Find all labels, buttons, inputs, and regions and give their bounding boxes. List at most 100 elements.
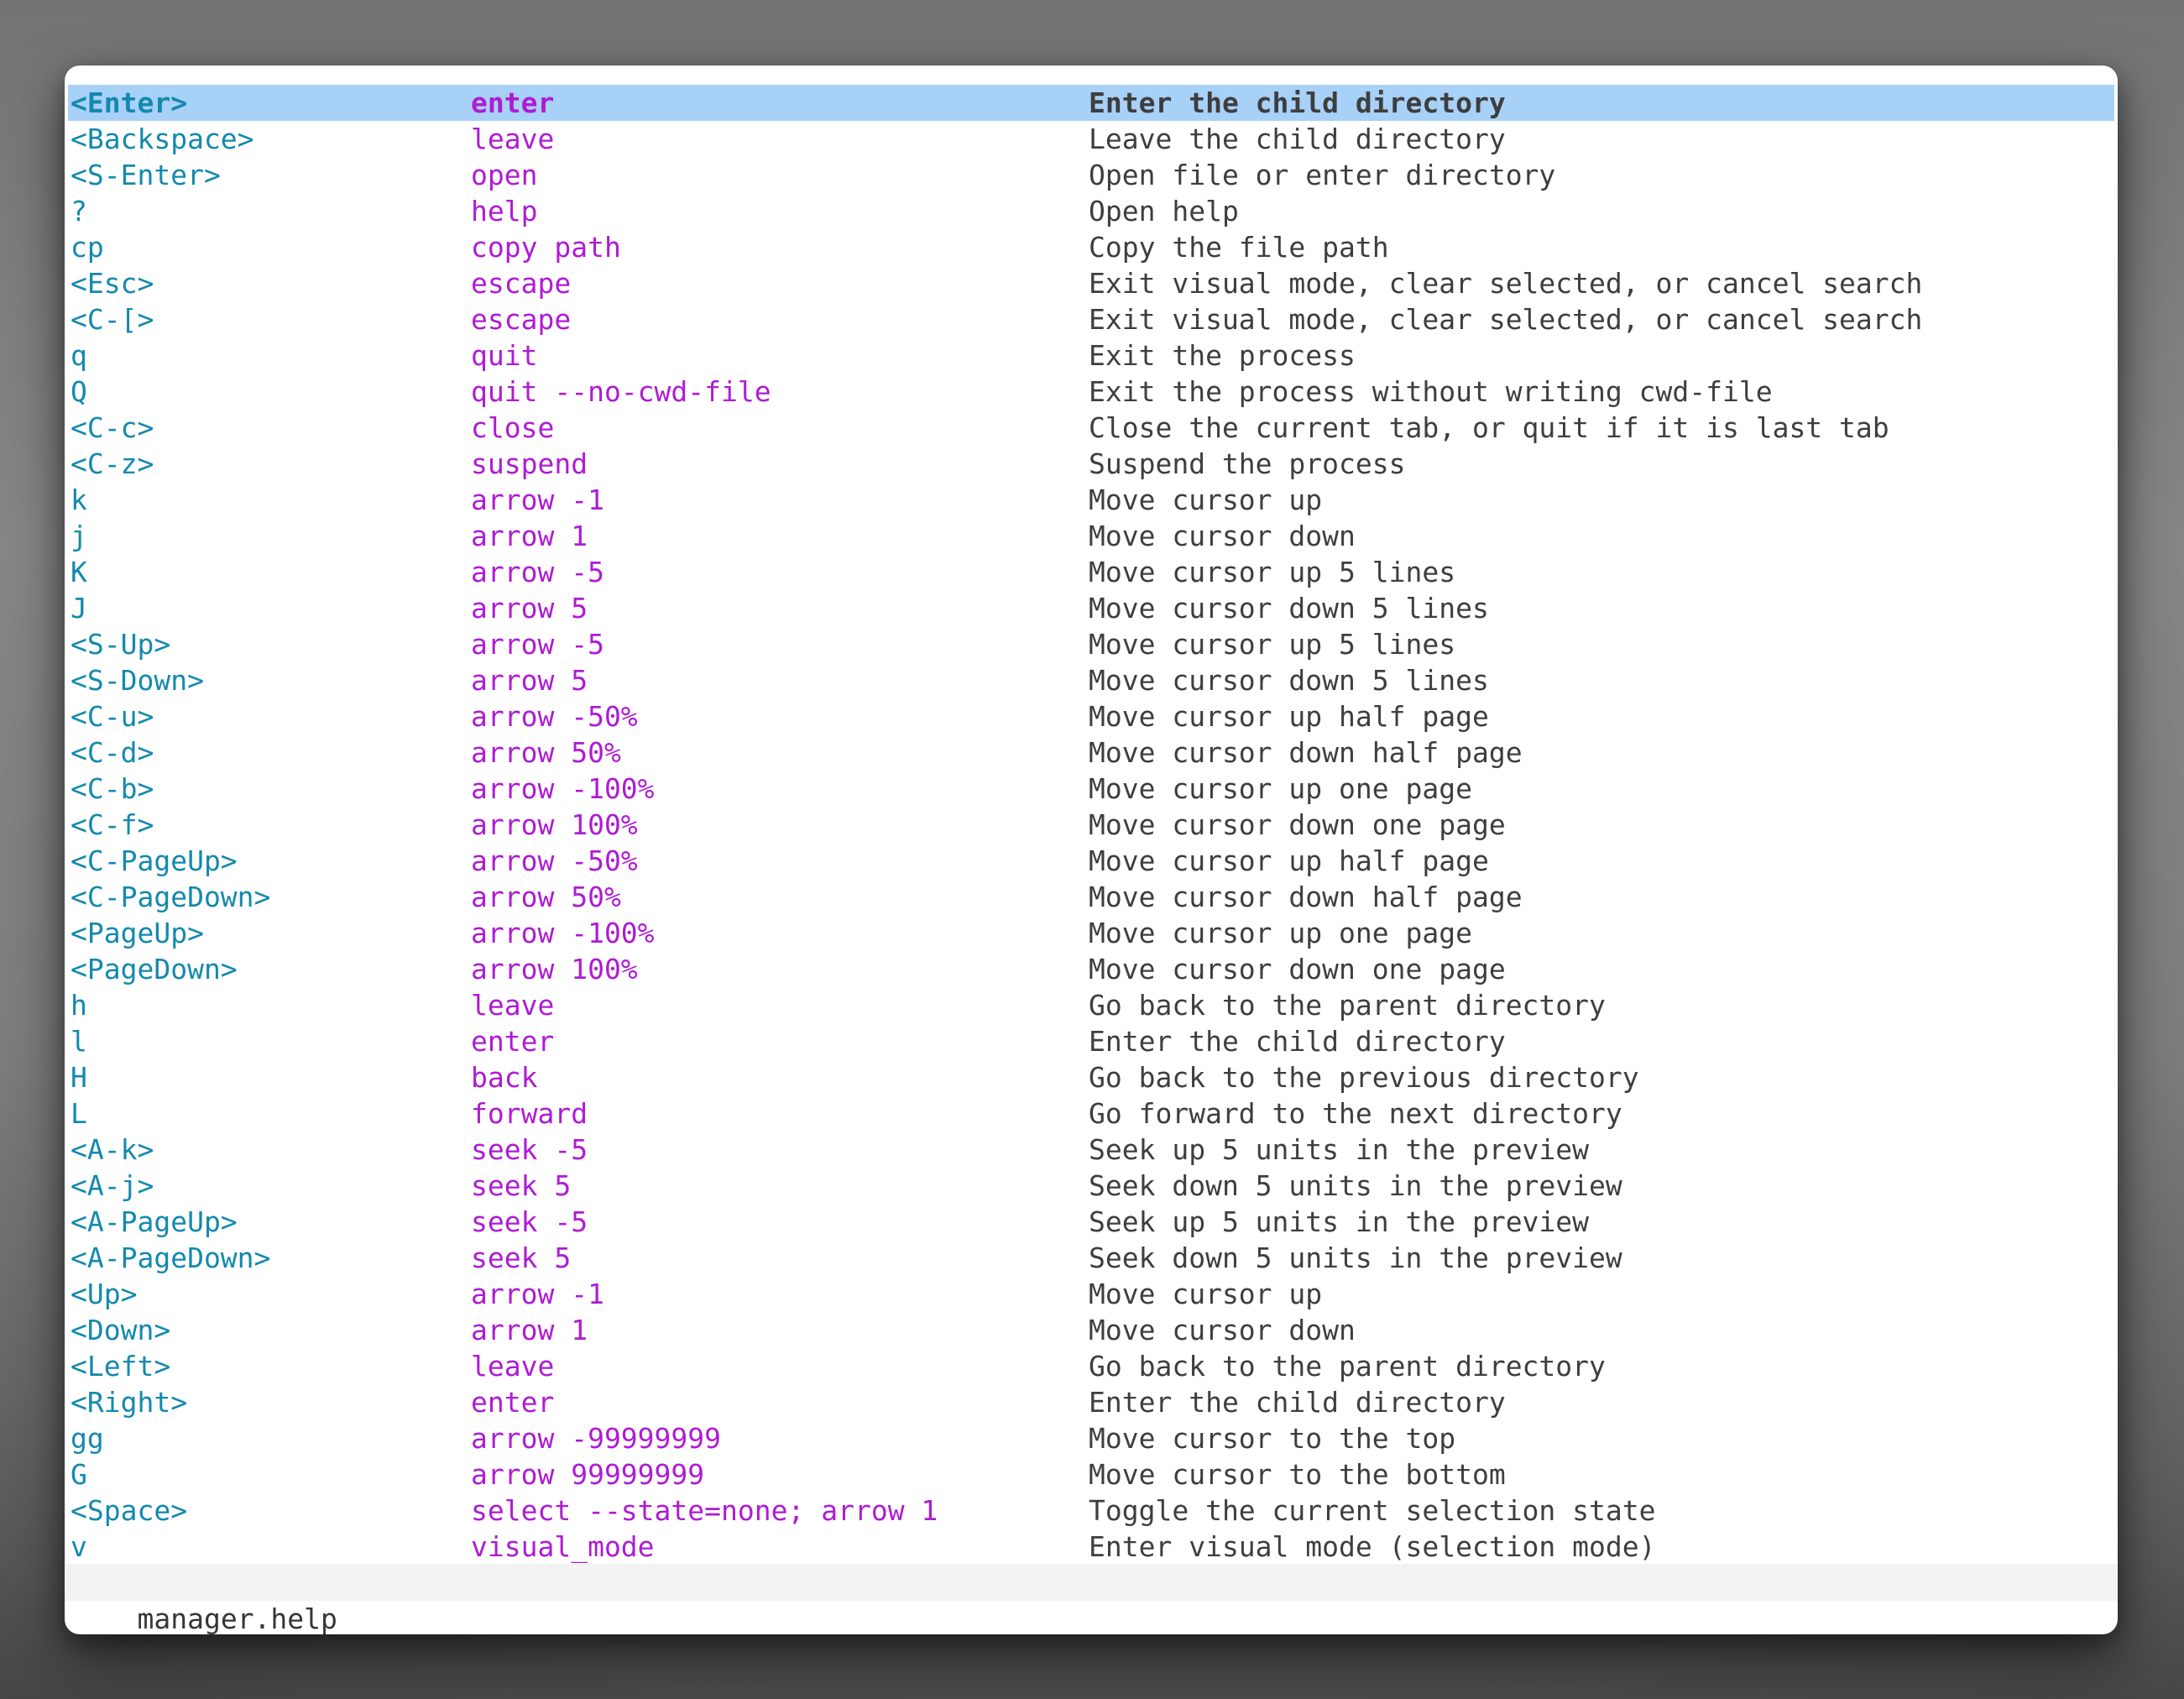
keybind-row[interactable]: <Space> select --state=none; arrow 1 Tog…	[68, 1493, 2114, 1529]
description-cell: Move cursor down 5 lines	[1089, 590, 1489, 626]
key-cell: <Left>	[71, 1348, 170, 1384]
keybind-row[interactable]: K arrow -5 Move cursor up 5 lines	[68, 554, 2114, 590]
key-cell: <Backspace>	[71, 121, 254, 157]
command-cell: arrow 50%	[471, 879, 621, 915]
keybind-row[interactable]: <A-PageDown> seek 5 Seek down 5 units in…	[68, 1240, 2114, 1276]
key-cell: v	[71, 1529, 87, 1565]
command-cell: quit	[471, 337, 537, 374]
command-cell: escape	[471, 265, 571, 301]
keybind-row[interactable]: <Up> arrow -1 Move cursor up	[68, 1276, 2114, 1312]
keybind-row[interactable]: <Down> arrow 1 Move cursor down	[68, 1312, 2114, 1348]
key-cell: J	[71, 590, 87, 626]
key-cell: ?	[71, 193, 87, 229]
keybind-row[interactable]: <C-d> arrow 50% Move cursor down half pa…	[68, 734, 2114, 771]
keybind-row[interactable]: <C-f> arrow 100% Move cursor down one pa…	[68, 807, 2114, 843]
description-cell: Leave the child directory	[1089, 121, 1506, 157]
description-cell: Suspend the process	[1089, 446, 1406, 482]
command-cell: arrow 50%	[471, 734, 621, 771]
keybind-row[interactable]: <Esc> escape Exit visual mode, clear sel…	[68, 265, 2114, 301]
keybind-row[interactable]: <S-Up> arrow -5 Move cursor up 5 lines	[68, 626, 2114, 662]
keybind-row[interactable]: k arrow -1 Move cursor up	[68, 482, 2114, 518]
command-cell: arrow -5	[471, 626, 604, 662]
description-cell: Move cursor up one page	[1089, 771, 1472, 807]
command-cell: copy path	[471, 229, 621, 265]
key-cell: <C-PageUp>	[71, 843, 238, 879]
key-cell: <C-z>	[71, 446, 154, 482]
key-cell: <A-k>	[71, 1132, 154, 1168]
description-cell: Move cursor up one page	[1089, 915, 1472, 951]
command-cell: arrow -99999999	[471, 1420, 721, 1456]
command-cell: escape	[471, 301, 571, 337]
keybind-row[interactable]: Q quit --no-cwd-file Exit the process wi…	[68, 374, 2114, 410]
command-cell: back	[471, 1059, 537, 1095]
keybind-row[interactable]: <A-j> seek 5 Seek down 5 units in the pr…	[68, 1168, 2114, 1204]
command-cell: forward	[471, 1095, 588, 1132]
status-layer-label: manager.help	[137, 1602, 337, 1634]
keybind-row[interactable]: H back Go back to the previous directory	[68, 1059, 2114, 1095]
command-cell: arrow 100%	[471, 807, 638, 843]
command-cell: help	[471, 193, 537, 229]
keybind-row[interactable]: <PageUp> arrow -100% Move cursor up one …	[68, 915, 2114, 951]
description-cell: Move cursor up 5 lines	[1089, 554, 1455, 590]
keybind-row[interactable]: <S-Down> arrow 5 Move cursor down 5 line…	[68, 662, 2114, 698]
description-cell: Move cursor down one page	[1089, 951, 1506, 987]
keybind-row[interactable]: <Backspace> leave Leave the child direct…	[68, 121, 2114, 157]
description-cell: Move cursor down	[1089, 518, 1356, 554]
description-cell: Open file or enter directory	[1089, 157, 1555, 193]
key-cell: <A-PageDown>	[71, 1240, 270, 1276]
key-cell: gg	[71, 1420, 104, 1456]
command-cell: arrow 5	[471, 590, 588, 626]
keybind-row[interactable]: l enter Enter the child directory	[68, 1023, 2114, 1059]
keybind-row[interactable]: ? help Open help	[68, 193, 2114, 229]
description-cell: Move cursor up 5 lines	[1089, 626, 1455, 662]
keybind-row[interactable]: <PageDown> arrow 100% Move cursor down o…	[68, 951, 2114, 987]
command-cell: seek -5	[471, 1132, 588, 1168]
keybind-row[interactable]: <A-PageUp> seek -5 Seek up 5 units in th…	[68, 1204, 2114, 1240]
description-cell: Seek up 5 units in the preview	[1089, 1132, 1589, 1168]
command-cell: leave	[471, 987, 554, 1023]
command-cell: suspend	[471, 446, 588, 482]
keybind-row[interactable]: <Right> enter Enter the child directory	[68, 1384, 2114, 1420]
keybind-row[interactable]: <C-c> close Close the current tab, or qu…	[68, 410, 2114, 446]
keybind-row[interactable]: <C-[> escape Exit visual mode, clear sel…	[68, 301, 2114, 337]
description-cell: Close the current tab, or quit if it is …	[1089, 410, 1889, 446]
key-cell: <C-d>	[71, 734, 154, 771]
command-cell: seek 5	[471, 1240, 571, 1276]
keybind-row[interactable]: <Left> leave Go back to the parent direc…	[68, 1348, 2114, 1384]
keybind-row[interactable]: L forward Go forward to the next directo…	[68, 1095, 2114, 1132]
keybind-row[interactable]: <C-b> arrow -100% Move cursor up one pag…	[68, 771, 2114, 807]
keybind-row[interactable]: v visual_mode Enter visual mode (selecti…	[68, 1529, 2114, 1565]
keybind-row[interactable]: <C-u> arrow -50% Move cursor up half pag…	[68, 698, 2114, 734]
description-cell: Exit the process	[1089, 337, 1356, 374]
keybind-row[interactable]: cp copy path Copy the file path	[68, 229, 2114, 265]
key-cell: <PageDown>	[71, 951, 238, 987]
key-cell: <A-PageUp>	[71, 1204, 238, 1240]
command-cell: arrow -1	[471, 482, 604, 518]
keybind-row[interactable]: h leave Go back to the parent directory	[68, 987, 2114, 1023]
keybind-row[interactable]: <S-Enter> open Open file or enter direct…	[68, 157, 2114, 193]
key-cell: q	[71, 337, 87, 374]
keybind-row[interactable]: <Enter> enter Enter the child directory	[68, 85, 2114, 121]
keybind-row[interactable]: G arrow 99999999 Move cursor to the bott…	[68, 1456, 2114, 1493]
keybind-row[interactable]: gg arrow -99999999 Move cursor to the to…	[68, 1420, 2114, 1456]
description-cell: Move cursor up	[1089, 1276, 1322, 1312]
key-cell: <A-j>	[71, 1168, 154, 1204]
key-cell: <Enter>	[71, 85, 187, 121]
command-cell: leave	[471, 121, 554, 157]
key-cell: <C-f>	[71, 807, 154, 843]
key-cell: <C-u>	[71, 698, 154, 734]
description-cell: Seek down 5 units in the preview	[1089, 1240, 1622, 1276]
key-cell: H	[71, 1059, 87, 1095]
keybind-row[interactable]: <C-PageUp> arrow -50% Move cursor up hal…	[68, 843, 2114, 879]
command-cell: open	[471, 157, 537, 193]
keybind-row[interactable]: <A-k> seek -5 Seek up 5 units in the pre…	[68, 1132, 2114, 1168]
keybind-row[interactable]: q quit Exit the process	[68, 337, 2114, 374]
keybind-row[interactable]: <C-PageDown> arrow 50% Move cursor down …	[68, 879, 2114, 915]
key-cell: <Esc>	[71, 265, 154, 301]
keybind-row[interactable]: j arrow 1 Move cursor down	[68, 518, 2114, 554]
command-cell: visual_mode	[471, 1529, 655, 1565]
command-cell: arrow -1	[471, 1276, 604, 1312]
keybind-row[interactable]: <C-z> suspend Suspend the process	[68, 446, 2114, 482]
keybind-row[interactable]: J arrow 5 Move cursor down 5 lines	[68, 590, 2114, 626]
command-cell: arrow 100%	[471, 951, 638, 987]
